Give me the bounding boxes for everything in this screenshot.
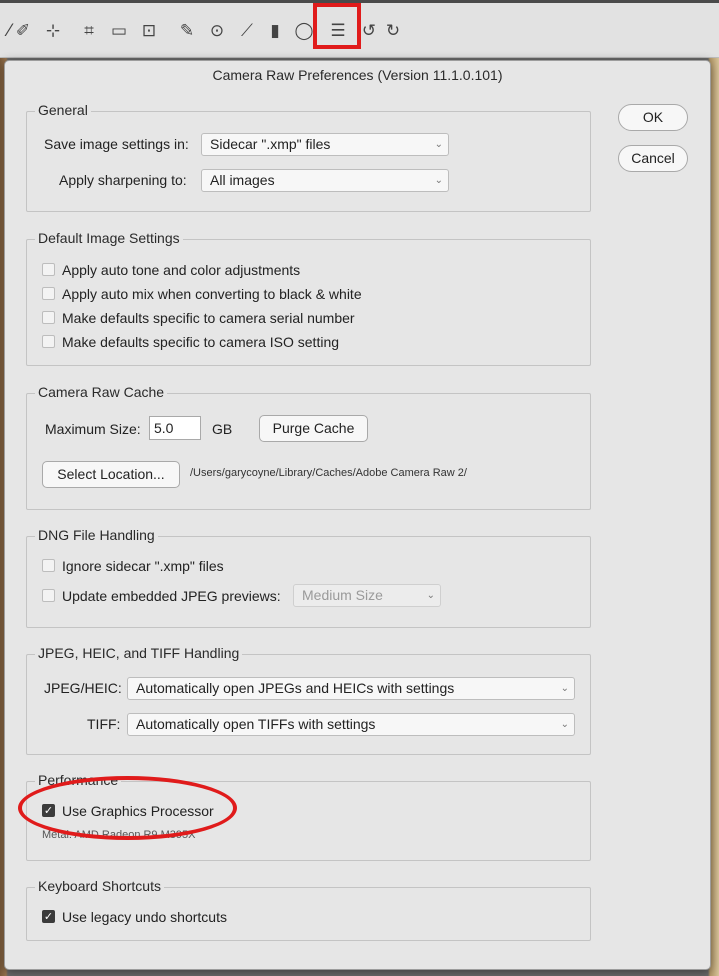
chevron-down-icon: ⌄ [560,719,569,730]
red-eye-icon[interactable]: ⊙ [206,20,228,42]
dng-file-handling-group: DNG File Handling Ignore sidecar ".xmp" … [26,527,591,628]
rotate-left-icon[interactable]: ↺ [358,20,380,42]
sharpening-select[interactable]: All images ⌄ [201,169,449,192]
update-previews-label: Update embedded JPEG previews: [62,588,281,604]
straighten-icon[interactable]: ▭ [108,20,130,42]
transform-icon[interactable]: ⊡ [138,20,160,42]
ignore-sidecar-checkbox[interactable] [42,559,55,572]
general-legend: General [35,102,91,118]
max-size-unit: GB [212,421,233,437]
tiff-value: Automatically open TIFFs with settings [136,716,376,732]
general-group: General Save image settings in: Sidecar … [26,102,591,212]
dng-file-handling-legend: DNG File Handling [35,527,158,543]
sharpening-value: All images [210,172,275,188]
annotation-highlight-box [313,3,361,49]
tiff-select[interactable]: Automatically open TIFFs with settings ⌄ [127,713,575,736]
update-previews-checkbox[interactable] [42,589,55,602]
keyboard-shortcuts-legend: Keyboard Shortcuts [35,878,164,894]
ok-button[interactable]: OK [618,104,688,131]
chevron-down-icon: ⌄ [434,175,443,186]
chevron-down-icon: ⌄ [560,683,569,694]
jpeg-heic-label: JPEG/HEIC: [44,680,122,696]
serial-number-checkbox[interactable] [42,311,55,324]
auto-mix-label: Apply auto mix when converting to black … [62,286,362,302]
camera-raw-cache-group: Camera Raw Cache Maximum Size: 5.0 GB Pu… [26,384,591,510]
ignore-sidecar-label: Ignore sidecar ".xmp" files [62,558,224,574]
jpeg-tiff-handling-legend: JPEG, HEIC, and TIFF Handling [35,645,243,661]
legacy-undo-label: Use legacy undo shortcuts [62,909,227,925]
auto-tone-checkbox[interactable] [42,263,55,276]
iso-setting-checkbox[interactable] [42,335,55,348]
crop-icon[interactable]: ⌗ [78,20,100,42]
preview-size-value: Medium Size [302,587,383,603]
jpeg-heic-select[interactable]: Automatically open JPEGs and HEICs with … [127,677,575,700]
chevron-down-icon: ⌄ [426,590,435,601]
keyboard-shortcuts-group: Keyboard Shortcuts ✓ Use legacy undo sho… [26,878,591,941]
save-settings-label: Save image settings in: [44,136,189,152]
tiff-label: TIFF: [87,716,121,732]
targeted-adjustment-icon[interactable]: ⊹ [42,20,64,42]
spot-removal-icon[interactable]: ✎ [176,20,198,42]
color-sampler-icon[interactable]: ✐ [12,20,34,42]
rotate-right-icon[interactable]: ↻ [382,20,404,42]
auto-mix-checkbox[interactable] [42,287,55,300]
save-settings-select[interactable]: Sidecar ".xmp" files ⌄ [201,133,449,156]
jpeg-tiff-handling-group: JPEG, HEIC, and TIFF Handling JPEG/HEIC:… [26,645,591,755]
annotation-highlight-ellipse [18,776,237,840]
purge-cache-button[interactable]: Purge Cache [259,415,368,442]
adjustment-brush-icon[interactable]: ⟋ [236,20,258,42]
select-location-button[interactable]: Select Location... [42,461,180,488]
cancel-button[interactable]: Cancel [618,145,688,172]
cache-path: /Users/garycoyne/Library/Caches/Adobe Ca… [190,467,467,479]
max-size-input[interactable]: 5.0 [149,416,201,440]
max-size-label: Maximum Size: [45,421,141,437]
preview-size-select[interactable]: Medium Size ⌄ [293,584,441,607]
jpeg-heic-value: Automatically open JPEGs and HEICs with … [136,680,455,696]
default-image-settings-legend: Default Image Settings [35,230,183,246]
sharpening-label: Apply sharpening to: [59,172,187,188]
iso-setting-label: Make defaults specific to camera ISO set… [62,334,340,350]
legacy-undo-checkbox[interactable]: ✓ [42,910,55,923]
auto-tone-label: Apply auto tone and color adjustments [62,262,301,278]
camera-raw-cache-legend: Camera Raw Cache [35,384,168,400]
dialog-title: Camera Raw Preferences (Version 11.1.0.1… [212,67,503,83]
toolbar: ⁄ ✐ ⊹ ⌗ ▭ ⊡ ✎ ⊙ ⟋ ▮ ◯ ☰ ↺ ↻ [0,0,719,58]
save-settings-value: Sidecar ".xmp" files [210,136,331,152]
graduated-filter-icon[interactable]: ▮ [264,20,286,42]
default-image-settings-group: Default Image Settings Apply auto tone a… [26,230,591,366]
serial-number-label: Make defaults specific to camera serial … [62,310,355,326]
radial-filter-icon[interactable]: ◯ [293,20,315,42]
chevron-down-icon: ⌄ [434,139,443,150]
